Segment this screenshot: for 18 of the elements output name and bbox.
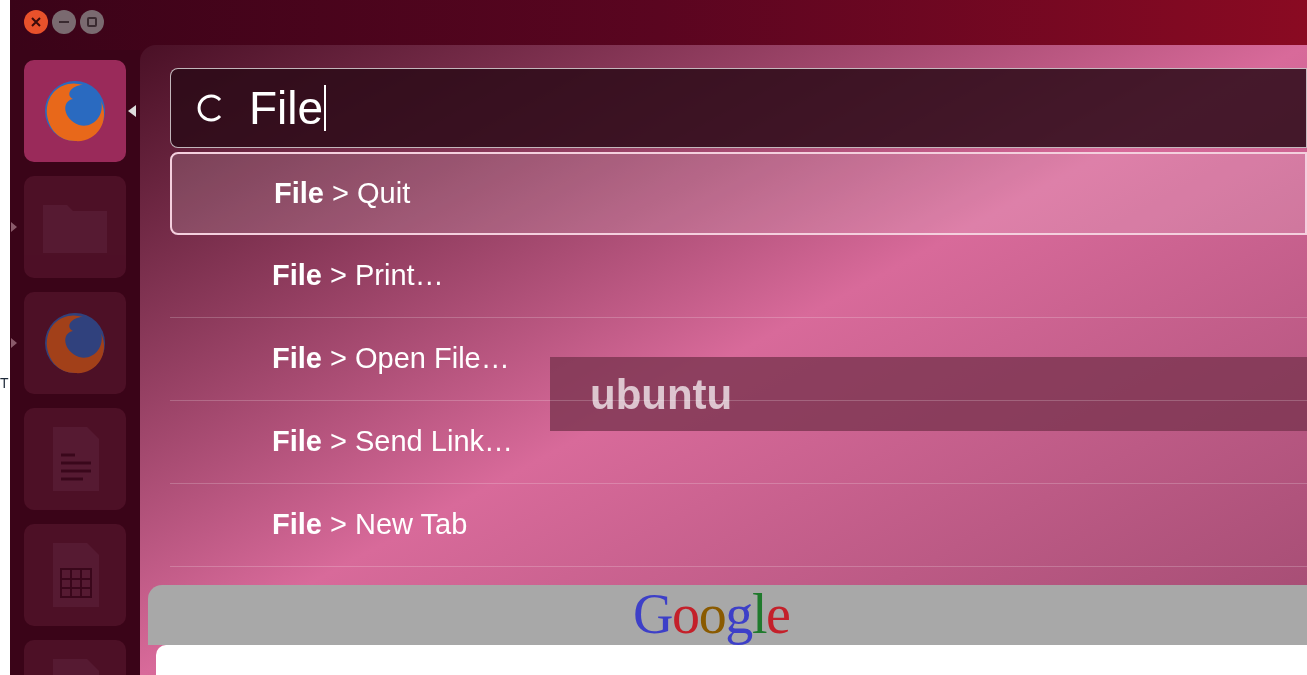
hud-result[interactable]: File > New Tab: [272, 497, 468, 553]
minimize-button[interactable]: [52, 10, 76, 34]
close-icon: [30, 16, 42, 28]
hud-result[interactable]: File > Open File…: [272, 331, 510, 387]
focus-arrow-icon: [128, 105, 136, 117]
banner-text: ubuntu: [590, 369, 733, 420]
maximize-button[interactable]: [80, 10, 104, 34]
hud-result[interactable]: File > Print…: [272, 248, 444, 304]
launcher-item[interactable]: [24, 60, 126, 162]
close-button[interactable]: [24, 10, 48, 34]
hud-result[interactable]: File > Quit: [170, 152, 1307, 235]
maximize-icon: [86, 16, 98, 28]
edge-text: T: [0, 375, 9, 390]
hud-result[interactable]: File > Send Link…: [272, 414, 513, 470]
launcher-item[interactable]: [24, 408, 126, 510]
search-field[interactable]: File: [170, 68, 1307, 148]
launcher-item[interactable]: [24, 292, 126, 394]
launcher-item[interactable]: [24, 524, 126, 626]
